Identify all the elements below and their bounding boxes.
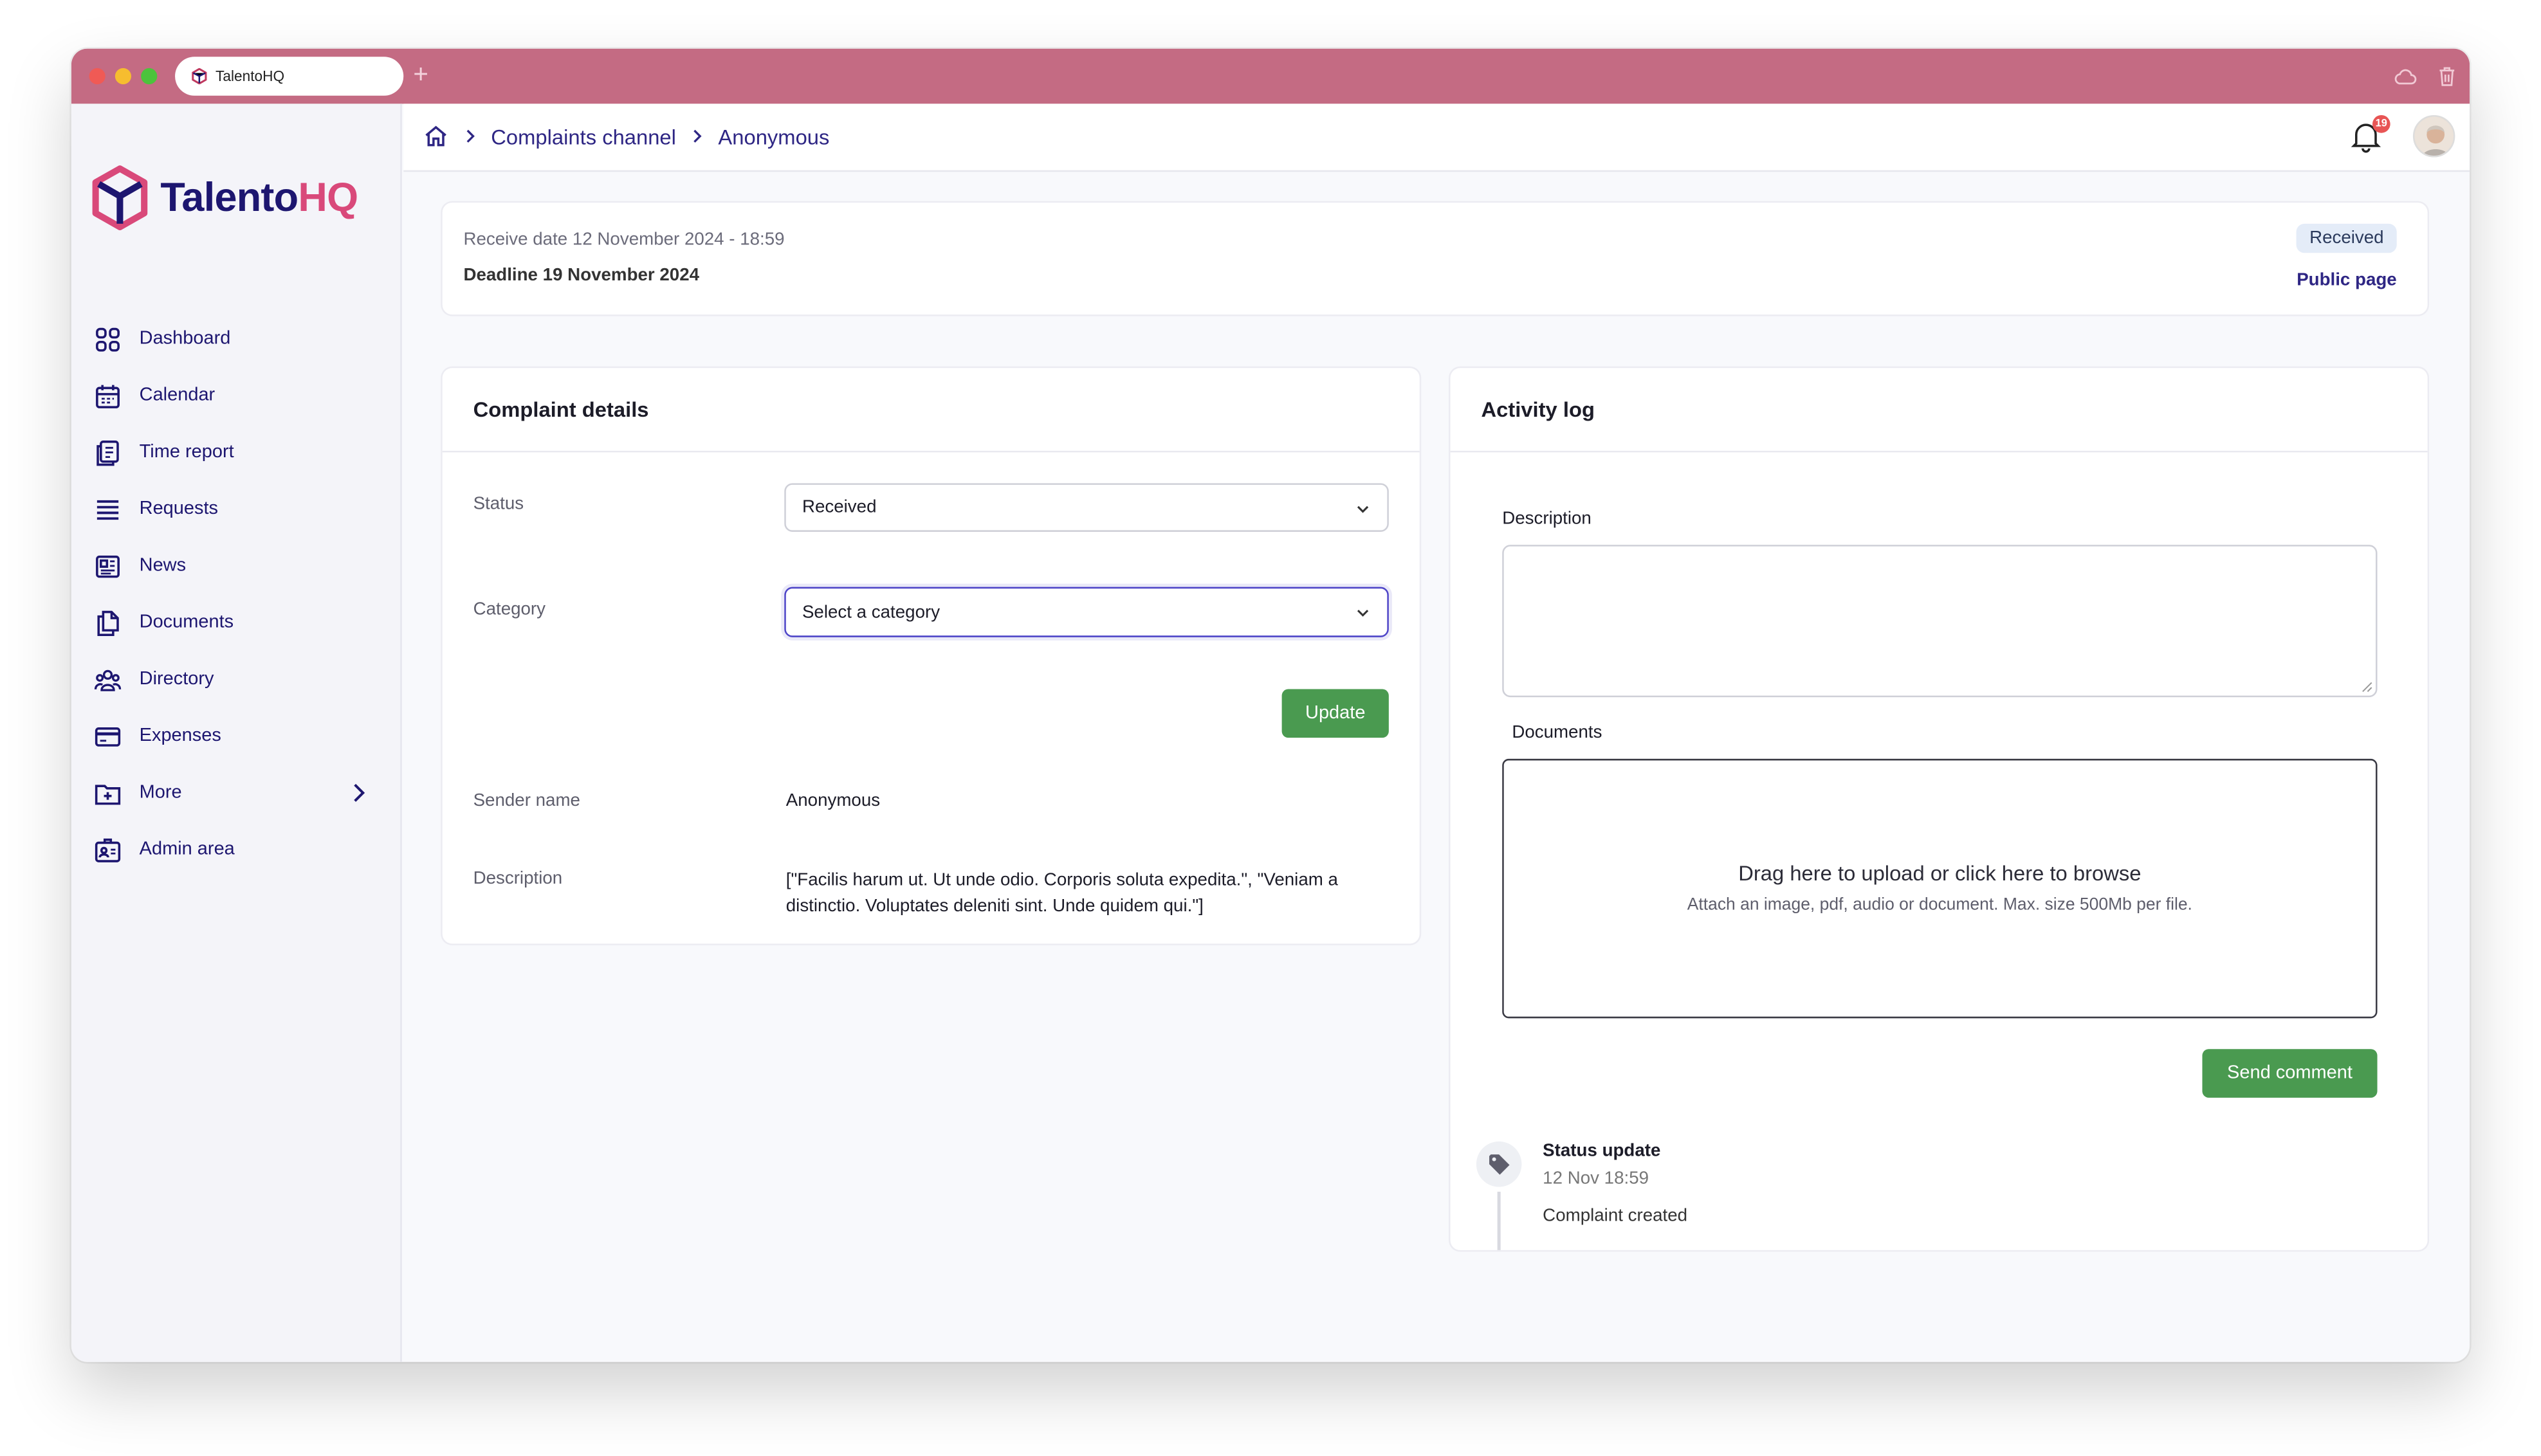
documents-label: Documents [1512, 723, 1602, 743]
trash-icon[interactable] [2434, 63, 2460, 89]
sender-name-value: Anonymous [785, 791, 881, 811]
close-window-button[interactable] [89, 68, 105, 85]
sidebar-item-calendar[interactable]: Calendar [94, 378, 379, 413]
receive-date: Receive date 12 November 2024 - 18:59 [463, 230, 785, 250]
time-report-icon [96, 439, 119, 466]
logo-text: TalentoHQ [160, 174, 358, 220]
document-dropzone[interactable]: Drag here to upload or click here to bro… [1502, 758, 2378, 1019]
browser-tab-title: TalentoHQ [216, 68, 285, 85]
timeline-line [1497, 1192, 1500, 1250]
browser-tab[interactable]: TalentoHQ [175, 57, 404, 96]
sidebar-item-more[interactable]: More [94, 775, 379, 810]
category-select[interactable]: Select a category [784, 587, 1389, 637]
sidebar-item-label: Documents [139, 613, 234, 633]
chevron-right-icon [693, 129, 702, 143]
status-label: Status [473, 494, 524, 514]
tag-icon [1489, 1154, 1510, 1175]
category-select-value: Select a category [802, 602, 940, 622]
favicon-icon [192, 68, 207, 85]
divider [442, 450, 1420, 453]
update-button[interactable]: Update [1281, 689, 1389, 738]
breadcrumb: Complaints channel Anonymous [423, 123, 829, 149]
complaint-details-title: Complaint details [473, 397, 649, 422]
sidebar: TalentoHQ Dashboard Calendar Time report… [71, 104, 402, 1362]
activity-log-title: Activity log [1481, 397, 1595, 422]
sidebar-item-label: Admin area [139, 839, 235, 860]
chevron-right-icon [466, 129, 475, 143]
dropzone-hint: Attach an image, pdf, audio or document.… [1687, 895, 2192, 915]
description-value: ["Facilis harum ut. Ut unde odio. Corpor… [785, 870, 1338, 916]
public-page-link[interactable]: Public page [2297, 271, 2397, 290]
status-select-value: Received [802, 498, 877, 518]
sidebar-item-label: Time report [139, 442, 234, 462]
sidebar-item-label: Requests [139, 499, 219, 519]
chevron-down-icon [1357, 610, 1369, 617]
sidebar-item-time-report[interactable]: Time report [94, 435, 379, 470]
sidebar-item-label: More [139, 783, 182, 803]
send-comment-button[interactable]: Send comment [2202, 1049, 2378, 1098]
dashboard-icon [96, 327, 120, 351]
sidebar-item-documents[interactable]: Documents [94, 605, 379, 640]
activity-description-textarea[interactable] [1502, 545, 2378, 698]
avatar[interactable] [2412, 115, 2455, 158]
logo-cube-icon [92, 165, 148, 231]
chevron-down-icon [1357, 505, 1369, 513]
divider [1450, 450, 2428, 453]
description-label: Description [473, 869, 563, 889]
sidebar-item-label: Expenses [139, 726, 221, 746]
sidebar-item-dashboard[interactable]: Dashboard [94, 321, 379, 356]
deadline: Deadline 19 November 2024 [463, 266, 700, 286]
directory-icon [94, 669, 122, 691]
sidebar-item-label: Calendar [139, 386, 216, 406]
sidebar-item-label: Dashboard [139, 329, 231, 349]
log-entry-time: 12 Nov 18:59 [1543, 1169, 1649, 1189]
log-entry-title: Status update [1543, 1141, 1661, 1161]
log-entry-text: Complaint created [1543, 1206, 1688, 1226]
notification-count-badge: 19 [2372, 115, 2390, 133]
cloud-icon[interactable] [2392, 63, 2417, 89]
breadcrumb-anonymous[interactable]: Anonymous [718, 124, 829, 149]
dropzone-title: Drag here to upload or click here to bro… [1738, 860, 2142, 886]
news-icon [96, 554, 120, 578]
home-icon[interactable] [423, 123, 448, 149]
new-tab-button[interactable]: + [413, 60, 428, 92]
maximize-window-button[interactable] [141, 68, 158, 85]
sidebar-item-requests[interactable]: Requests [94, 491, 379, 527]
more-icon [95, 784, 121, 805]
calendar-icon [96, 384, 120, 408]
complaint-details-card: Complaint details Status Received Catego… [442, 368, 1420, 944]
timeline-entry-marker [1476, 1141, 1522, 1187]
documents-icon [97, 610, 119, 635]
status-badge: Received [2296, 223, 2397, 253]
complaint-info-card: Receive date 12 November 2024 - 18:59 De… [442, 203, 2428, 315]
chevron-right-icon[interactable] [347, 781, 369, 804]
minimize-window-button[interactable] [115, 68, 132, 85]
user-avatar-icon [2414, 116, 2454, 156]
breadcrumb-complaints-channel[interactable]: Complaints channel [491, 124, 676, 149]
expenses-icon [95, 726, 121, 746]
sender-name-label: Sender name [473, 791, 580, 811]
browser-window: TalentoHQ + TalentoHQ Dashboard Calendar… [71, 48, 2470, 1362]
sidebar-item-directory[interactable]: Directory [94, 662, 379, 697]
admin-area-icon [95, 837, 121, 862]
status-select[interactable]: Received [784, 483, 1389, 532]
sidebar-item-expenses[interactable]: Expenses [94, 718, 379, 754]
sidebar-item-label: Directory [139, 669, 214, 689]
activity-description-label: Description [1502, 509, 1592, 529]
browser-titlebar: TalentoHQ + [71, 48, 2470, 104]
category-label: Category [473, 599, 546, 620]
logo[interactable]: TalentoHQ [91, 165, 358, 231]
top-bar: Complaints channel Anonymous 19 [403, 104, 2470, 172]
sidebar-item-admin-area[interactable]: Admin area [94, 832, 379, 867]
sidebar-item-label: News [139, 556, 187, 576]
sidebar-item-news[interactable]: News [94, 548, 379, 583]
resize-handle-icon[interactable] [2361, 681, 2372, 693]
activity-log-card: Activity log Description Documents Drag … [1450, 368, 2428, 1250]
requests-icon [96, 499, 119, 519]
